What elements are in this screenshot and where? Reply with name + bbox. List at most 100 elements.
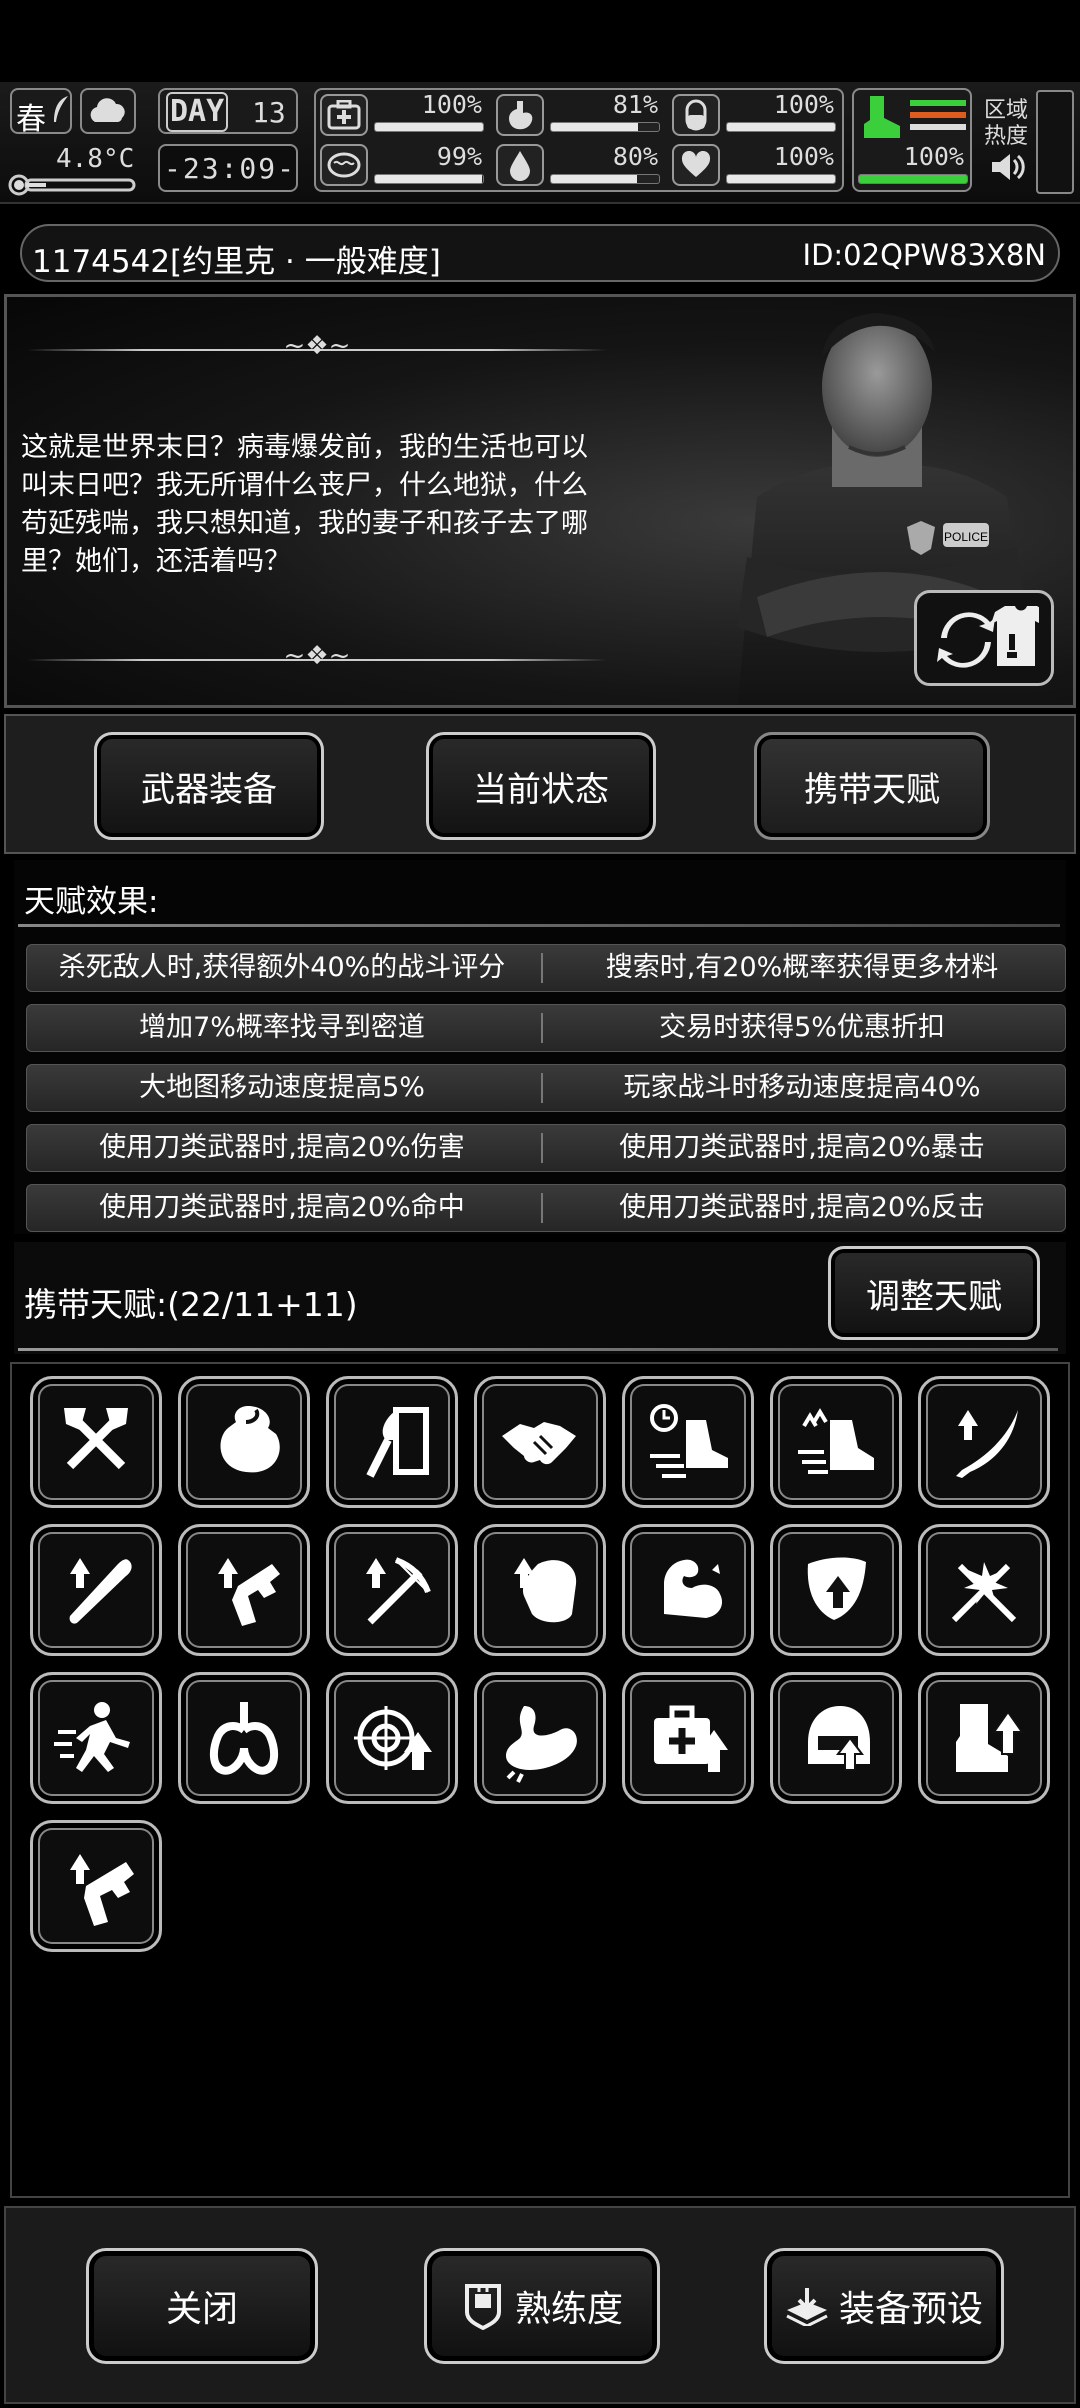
shield-up-icon xyxy=(807,1557,866,1620)
talent-slot[interactable] xyxy=(30,1524,162,1656)
pistol-up-icon xyxy=(218,1558,280,1626)
first-aid-icon xyxy=(320,94,368,136)
equipment-preset-button[interactable]: 装备预设 xyxy=(764,2248,1004,2364)
speaker-icon[interactable] xyxy=(990,152,1026,182)
talent-effects-panel: 天赋效果: 杀死敌人时,获得额外40%的战斗评分 搜索时,有20%概率获得更多材… xyxy=(14,860,1066,1234)
region-heat-meter xyxy=(1036,90,1074,194)
mood-bar xyxy=(726,174,836,184)
talent-slot[interactable] xyxy=(326,1524,458,1656)
immunity-value: 100% xyxy=(773,90,834,119)
thermometer-icon xyxy=(8,174,136,196)
swap-outfit-icon xyxy=(937,606,1039,668)
preset-download-icon xyxy=(786,2288,828,2326)
effect-text: 使用刀类武器时,提高20%反击 xyxy=(619,1192,985,1223)
talent-slot[interactable] xyxy=(918,1524,1050,1656)
sanity-value: 99% xyxy=(436,142,482,171)
health-bar xyxy=(374,122,484,132)
talent-slot[interactable] xyxy=(622,1376,754,1508)
stamina-panel: 100% xyxy=(852,88,972,192)
tab-weapons[interactable]: 武器装备 xyxy=(94,732,324,840)
preset-label: 装备预设 xyxy=(838,2289,983,2330)
weather-cloud-icon xyxy=(80,88,136,134)
medkit-up-icon xyxy=(654,1705,728,1772)
effect-text: 增加7%概率找寻到密道 xyxy=(139,1012,425,1043)
talent-slot[interactable] xyxy=(474,1524,606,1656)
talent-slot[interactable] xyxy=(178,1672,310,1804)
player-id: ID:02QPW83X8N xyxy=(802,238,1046,272)
stamina-stripes xyxy=(910,100,966,134)
player-name: 1174542[约里克 · 一般难度] xyxy=(32,244,441,280)
carried-talents-header: 携带天赋:(22/11+11) 调整天赋 xyxy=(14,1242,1066,1354)
stamina-value: 100% xyxy=(903,142,964,171)
adjust-talents-button[interactable]: 调整天赋 xyxy=(828,1246,1040,1340)
effect-text: 使用刀类武器时,提高20%暴击 xyxy=(619,1132,985,1163)
timed-speed-icon xyxy=(650,1404,728,1478)
crossed-axes-icon xyxy=(64,1408,128,1470)
immunity-bar xyxy=(726,122,836,132)
ornament-top: ~❖~ xyxy=(283,331,351,361)
season-badge: 春 xyxy=(10,88,72,137)
effect-text: 使用刀类武器时,提高20%伤害 xyxy=(99,1132,465,1163)
stamina-bar xyxy=(858,174,968,184)
effect-text: 大地图移动速度提高5% xyxy=(139,1072,425,1103)
talent-slot[interactable] xyxy=(474,1672,606,1804)
effect-row: 使用刀类武器时,提高20%命中 使用刀类武器时,提高20%反击 xyxy=(26,1184,1066,1232)
proficiency-button[interactable]: 熟练度 xyxy=(424,2248,660,2364)
proficiency-badge-icon xyxy=(464,2284,501,2330)
tab-status[interactable]: 当前状态 xyxy=(426,732,656,840)
blade-up-icon xyxy=(956,1410,1018,1478)
talent-slot[interactable] xyxy=(30,1820,162,1952)
talent-slot[interactable] xyxy=(326,1672,458,1804)
carried-talents-title: 携带天赋:(22/11+11) xyxy=(24,1285,358,1324)
bottom-bar: 关闭 熟练度 装备预设 xyxy=(4,2206,1076,2404)
day-number: 13 xyxy=(252,96,286,129)
talent-slot[interactable] xyxy=(622,1672,754,1804)
region-heat-label: 区域 热度 xyxy=(984,98,1029,149)
talent-slot[interactable] xyxy=(474,1376,606,1508)
effect-text: 交易时获得5%优惠折扣 xyxy=(659,1012,945,1043)
speed-boost-icon xyxy=(798,1408,874,1474)
season-label: 春 xyxy=(16,102,46,137)
talent-slot[interactable] xyxy=(30,1672,162,1804)
crossbow-up-icon xyxy=(366,1557,431,1625)
effect-row: 杀死敌人时,获得额外40%的战斗评分 搜索时,有20%概率获得更多材料 xyxy=(26,944,1066,992)
muscle-icon xyxy=(664,1559,723,1618)
talent-slot[interactable] xyxy=(770,1524,902,1656)
effect-text: 搜索时,有20%概率获得更多材料 xyxy=(605,952,999,983)
thirst-value: 80% xyxy=(612,142,658,171)
talent-slot[interactable] xyxy=(178,1524,310,1656)
thirst-bar xyxy=(550,174,660,184)
brain-icon xyxy=(320,144,368,186)
close-button[interactable]: 关闭 xyxy=(86,2248,318,2364)
talent-grid xyxy=(10,1362,1070,2198)
talent-slot[interactable] xyxy=(178,1376,310,1508)
talent-slot[interactable] xyxy=(918,1376,1050,1508)
effect-text: 使用刀类武器时,提高20%命中 xyxy=(99,1192,465,1223)
talent-slot[interactable] xyxy=(622,1524,754,1656)
talent-slot[interactable] xyxy=(30,1376,162,1508)
water-drop-icon xyxy=(496,144,544,186)
heart-icon xyxy=(672,144,720,186)
effect-row: 使用刀类武器时,提高20%伤害 使用刀类武器时,提高20%暴击 xyxy=(26,1124,1066,1172)
stomach-icon xyxy=(496,94,544,136)
target-up-icon xyxy=(354,1706,432,1770)
effect-row: 大地图移动速度提高5% 玩家战斗时移动速度提高40% xyxy=(26,1064,1066,1112)
loot-bag-icon xyxy=(220,1406,280,1473)
pistol-up-alt-icon xyxy=(70,1854,134,1926)
carried-talents-underline xyxy=(18,1348,1058,1351)
pill-icon xyxy=(672,94,720,136)
stomach-arm-icon xyxy=(506,1706,577,1783)
talent-slot[interactable] xyxy=(326,1376,458,1508)
proficiency-label: 熟练度 xyxy=(514,2289,623,2330)
temperature: 4.8°C xyxy=(56,144,135,174)
talent-slot[interactable] xyxy=(770,1672,902,1804)
day-label: DAY xyxy=(166,92,229,132)
feather-icon xyxy=(54,96,68,122)
status-bar: 春 4.8°C DAY 13 -23:09- 100% 99% 81% 80% xyxy=(0,82,1080,204)
talent-slot[interactable] xyxy=(770,1376,902,1508)
talent-slot[interactable] xyxy=(918,1672,1050,1804)
change-outfit-button[interactable] xyxy=(914,590,1054,686)
tab-row: 武器装备 当前状态 携带天赋 xyxy=(4,714,1076,854)
tab-talents[interactable]: 携带天赋 xyxy=(754,732,990,840)
sprint-icon xyxy=(54,1702,130,1772)
